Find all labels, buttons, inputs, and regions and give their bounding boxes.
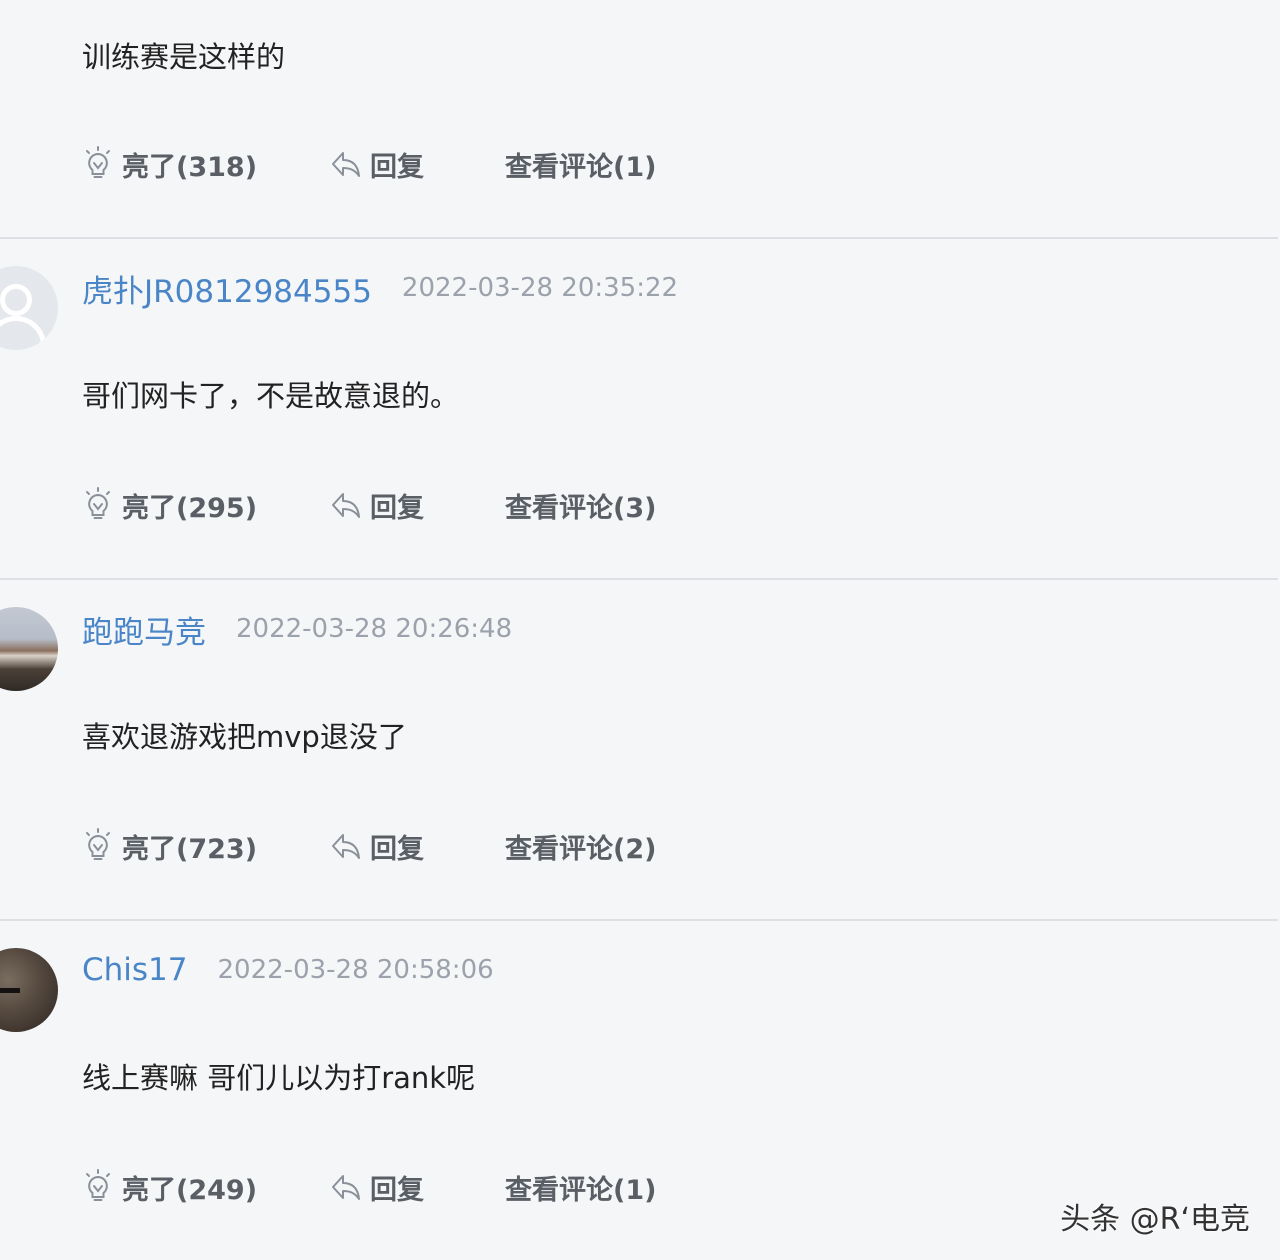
avatar-placeholder-icon: [0, 284, 32, 316]
reply-arrow-icon: [332, 152, 360, 177]
reply-label: 回复: [370, 492, 424, 524]
like-button[interactable]: 亮了(723): [82, 827, 330, 866]
comment-meta: Chis17 2022-03-28 20:58:06: [82, 950, 494, 990]
like-count: 亮了(295): [122, 492, 258, 524]
comment-actions: 亮了(295) 回复 查看评论(3): [82, 483, 656, 527]
like-count: 亮了(723): [122, 833, 258, 865]
username[interactable]: 跑跑马竞: [82, 607, 206, 652]
comment-item: 跑跑马竞 2022-03-28 20:26:48 喜欢退游戏把mvp退没了 亮了…: [0, 580, 1278, 921]
view-comments-label: 查看评论(3): [505, 492, 657, 524]
view-comments-label: 查看评论(2): [505, 833, 657, 865]
view-comments-label: 查看评论(1): [505, 151, 657, 183]
lightbulb-icon: [86, 1169, 110, 1201]
reply-arrow-icon: [332, 834, 360, 859]
avatar[interactable]: [0, 607, 58, 691]
lightbulb-icon: [86, 828, 110, 860]
timestamp: 2022-03-28 20:58:06: [217, 955, 494, 985]
timestamp: 2022-03-28 20:35:22: [401, 273, 679, 303]
like-button[interactable]: 亮了(295): [82, 486, 330, 525]
timestamp: 2022-03-28 20:26:48: [236, 614, 513, 644]
comment-text: 线上赛嘛 哥们儿以为打rank呢: [82, 1061, 476, 1095]
avatar[interactable]: [0, 266, 58, 350]
like-count: 亮了(249): [122, 1174, 258, 1206]
watermark: 头条 @R‘电竞: [1060, 1202, 1250, 1237]
like-button[interactable]: 亮了(249): [82, 1168, 330, 1207]
reply-label: 回复: [370, 151, 424, 183]
reply-button[interactable]: 回复: [330, 145, 505, 184]
username[interactable]: 虎扑JR0812984555: [82, 266, 372, 311]
reply-label: 回复: [370, 1174, 424, 1206]
comment-feed: 训练赛是这样的 亮了(318) 回复 查看评论(1) 虎扑JR081298455…: [0, 0, 1280, 1260]
view-comments-button[interactable]: 查看评论(3): [505, 486, 656, 525]
reply-button[interactable]: 回复: [330, 486, 505, 525]
comment-item: 虎扑JR0812984555 2022-03-28 20:35:22 哥们网卡了…: [0, 239, 1278, 580]
reply-arrow-icon: [332, 1175, 360, 1200]
comment-text: 哥们网卡了，不是故意退的。: [82, 379, 460, 413]
like-count: 亮了(318): [122, 151, 258, 183]
comment-item: 训练赛是这样的 亮了(318) 回复 查看评论(1): [0, 0, 1278, 239]
comment-actions: 亮了(249) 回复 查看评论(1): [82, 1165, 656, 1209]
reply-label: 回复: [370, 833, 424, 865]
username[interactable]: Chis17: [82, 952, 188, 988]
reply-button[interactable]: 回复: [330, 1168, 505, 1207]
comment-actions: 亮了(723) 回复 查看评论(2): [82, 824, 656, 868]
reply-arrow-icon: [332, 493, 360, 518]
view-comments-button[interactable]: 查看评论(1): [505, 1168, 656, 1207]
view-comments-label: 查看评论(1): [505, 1174, 657, 1206]
view-comments-button[interactable]: 查看评论(2): [505, 827, 656, 866]
comment-meta: 虎扑JR0812984555 2022-03-28 20:35:22: [82, 266, 679, 311]
comment-text: 喜欢退游戏把mvp退没了: [82, 720, 407, 754]
lightbulb-icon: [86, 487, 110, 519]
lightbulb-icon: [86, 146, 110, 178]
comment-actions: 亮了(318) 回复 查看评论(1): [82, 142, 656, 186]
comment-meta: 跑跑马竞 2022-03-28 20:26:48: [82, 607, 513, 652]
reply-button[interactable]: 回复: [330, 827, 505, 866]
comment-text: 训练赛是这样的: [82, 40, 286, 74]
view-comments-button[interactable]: 查看评论(1): [505, 145, 656, 184]
avatar[interactable]: [0, 948, 58, 1032]
like-button[interactable]: 亮了(318): [82, 145, 330, 184]
